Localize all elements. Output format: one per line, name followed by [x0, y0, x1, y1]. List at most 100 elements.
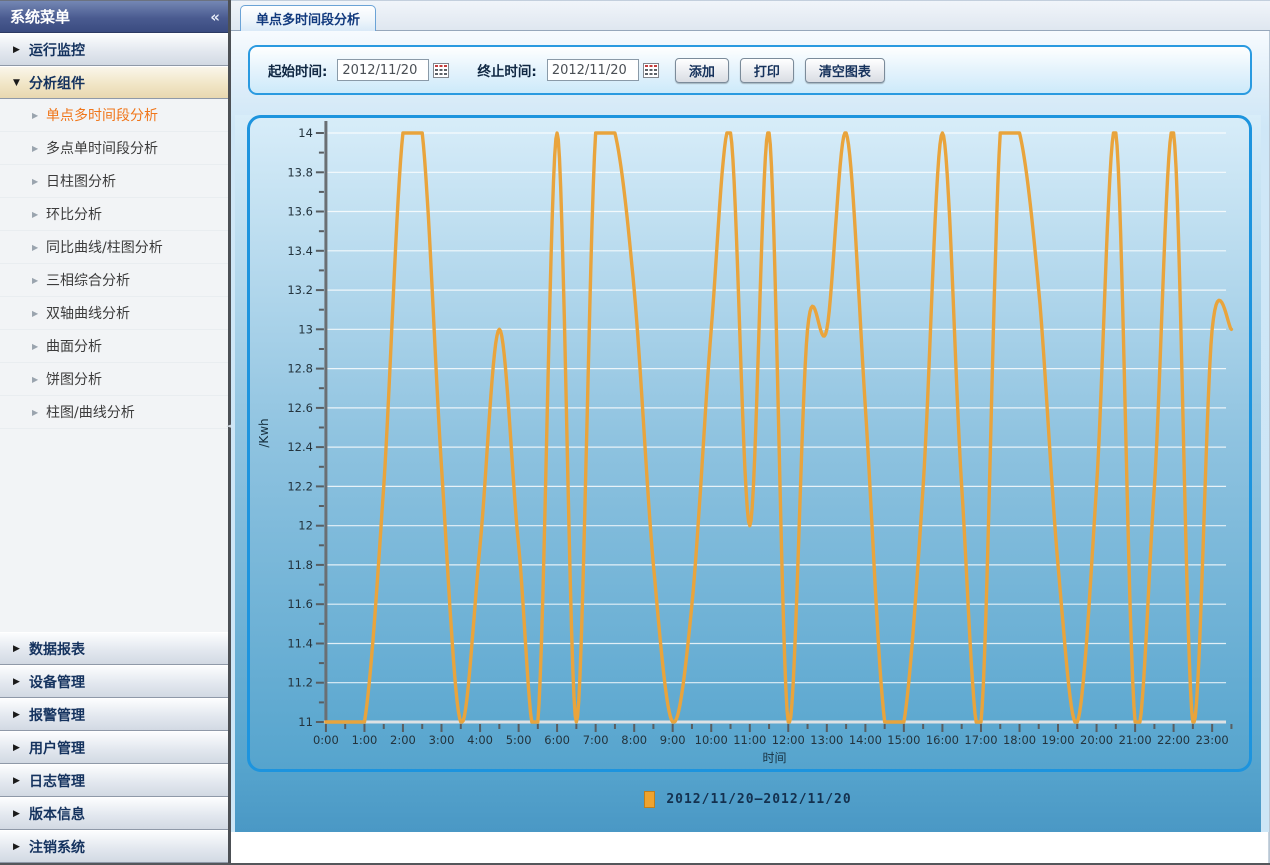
caret-right-icon: ▶ [13, 677, 29, 687]
submenu-item-label: 日柱图分析 [46, 171, 116, 191]
sidebar-submenu-item-0[interactable]: ▶单点多时间段分析 [0, 99, 228, 132]
svg-text:3:00: 3:00 [429, 733, 455, 747]
svg-text:13:00: 13:00 [810, 733, 843, 747]
legend-swatch [644, 791, 655, 808]
svg-text:4:00: 4:00 [467, 733, 493, 747]
chevron-right-icon: ▶ [32, 243, 46, 252]
sidebar-bottom-sections: ▶数据报表▶设备管理▶报警管理▶用户管理▶日志管理▶版本信息▶注销系统 [0, 632, 228, 863]
svg-text:12.4: 12.4 [287, 440, 313, 454]
caret-right-icon: ▶ [13, 45, 29, 55]
sidebar-section-top-0[interactable]: ▶运行监控 [0, 33, 228, 66]
svg-text:13.2: 13.2 [287, 283, 313, 297]
sidebar-section-bottom-1[interactable]: ▶设备管理 [0, 665, 228, 698]
sidebar-section-top-1[interactable]: ▼分析组件 [0, 66, 228, 99]
svg-text:6:00: 6:00 [544, 733, 570, 747]
sidebar-title: 系统菜单 [10, 6, 210, 27]
end-time-input[interactable] [547, 59, 639, 81]
print-button[interactable]: 打印 [740, 58, 794, 83]
sidebar-submenu-item-1[interactable]: ▶多点单时间段分析 [0, 132, 228, 165]
sidebar-submenu-item-7[interactable]: ▶曲面分析 [0, 330, 228, 363]
svg-text:19:00: 19:00 [1041, 733, 1074, 747]
svg-text:14: 14 [298, 126, 313, 140]
svg-text:13.4: 13.4 [287, 244, 313, 258]
submenu-item-label: 饼图分析 [46, 369, 102, 389]
app-window: 系统菜单 « ▶运行监控▼分析组件 ▶单点多时间段分析▶多点单时间段分析▶日柱图… [0, 0, 1270, 865]
sidebar-top-sections: ▶运行监控▼分析组件 [0, 33, 228, 99]
submenu-item-label: 单点多时间段分析 [46, 105, 158, 125]
end-calendar-button[interactable] [643, 63, 659, 78]
sidebar-submenu-item-4[interactable]: ▶同比曲线/柱图分析 [0, 231, 228, 264]
submenu-item-label: 双轴曲线分析 [46, 303, 130, 323]
start-time-input[interactable] [337, 59, 429, 81]
sidebar-section-label: 设备管理 [29, 672, 85, 692]
chevron-right-icon: ▶ [32, 309, 46, 318]
footer-strip [231, 832, 1269, 863]
end-time-label: 终止时间: [477, 60, 536, 80]
chevron-right-icon: ▶ [32, 276, 46, 285]
toolbar-buttons: 添加打印清空图表 [675, 58, 885, 83]
svg-text:时间: 时间 [762, 751, 786, 765]
sidebar-section-bottom-3[interactable]: ▶用户管理 [0, 731, 228, 764]
sidebar-section-bottom-6[interactable]: ▶注销系统 [0, 830, 228, 863]
svg-text:21:00: 21:00 [1119, 733, 1152, 747]
svg-text:9:00: 9:00 [660, 733, 686, 747]
sidebar-section-label: 运行监控 [29, 40, 85, 60]
caret-right-icon: ▶ [13, 809, 29, 819]
sidebar-section-label: 注销系统 [29, 837, 85, 857]
sidebar-section-bottom-2[interactable]: ▶报警管理 [0, 698, 228, 731]
sidebar-header: 系统菜单 « [0, 1, 228, 33]
svg-text:11.4: 11.4 [287, 636, 313, 650]
sidebar-section-label: 分析组件 [29, 73, 85, 93]
sidebar-section-bottom-5[interactable]: ▶版本信息 [0, 797, 228, 830]
sidebar-submenu-item-3[interactable]: ▶环比分析 [0, 198, 228, 231]
chevron-right-icon: ▶ [32, 408, 46, 417]
submenu-item-label: 同比曲线/柱图分析 [46, 237, 163, 257]
svg-text:11.8: 11.8 [287, 558, 313, 572]
chart-widget: 1111.211.411.611.81212.212.412.612.81313… [235, 115, 1261, 832]
svg-text:13: 13 [298, 322, 313, 336]
svg-text:1:00: 1:00 [352, 733, 378, 747]
sidebar-submenu-item-8[interactable]: ▶饼图分析 [0, 363, 228, 396]
main-panel: 单点多时间段分析 起始时间: 终止时间: 添加打印清空图表 1111.211.4… [231, 0, 1270, 863]
content-area: 起始时间: 终止时间: 添加打印清空图表 1111.211.411.611.81… [231, 31, 1270, 863]
submenu-item-label: 环比分析 [46, 204, 102, 224]
submenu-item-label: 曲面分析 [46, 336, 102, 356]
sidebar-section-bottom-0[interactable]: ▶数据报表 [0, 632, 228, 665]
caret-right-icon: ▶ [13, 743, 29, 753]
chevron-right-icon: ▶ [32, 210, 46, 219]
svg-text:10:00: 10:00 [695, 733, 728, 747]
tab-single-point-multi-period[interactable]: 单点多时间段分析 [240, 5, 376, 32]
sidebar-section-label: 日志管理 [29, 771, 85, 791]
svg-text:5:00: 5:00 [506, 733, 532, 747]
sidebar-submenu-item-9[interactable]: ▶柱图/曲线分析 [0, 396, 228, 429]
sidebar-submenu: ▶单点多时间段分析▶多点单时间段分析▶日柱图分析▶环比分析▶同比曲线/柱图分析▶… [0, 99, 228, 429]
add-button[interactable]: 添加 [675, 58, 729, 83]
sidebar-submenu-item-6[interactable]: ▶双轴曲线分析 [0, 297, 228, 330]
sidebar-submenu-item-2[interactable]: ▶日柱图分析 [0, 165, 228, 198]
chart-legend: 2012/11/20—2012/11/20 [235, 791, 1261, 808]
clear-chart-button[interactable]: 清空图表 [805, 58, 885, 83]
caret-down-icon: ▼ [13, 78, 29, 88]
svg-text:20:00: 20:00 [1080, 733, 1113, 747]
collapse-sidebar-button[interactable]: « [210, 8, 218, 26]
legend-label: 2012/11/20—2012/11/20 [666, 792, 851, 807]
svg-text:14:00: 14:00 [849, 733, 882, 747]
sidebar: 系统菜单 « ▶运行监控▼分析组件 ▶单点多时间段分析▶多点单时间段分析▶日柱图… [0, 0, 228, 863]
sidebar-submenu-item-5[interactable]: ▶三相综合分析 [0, 264, 228, 297]
start-time-label: 起始时间: [268, 60, 327, 80]
sidebar-section-bottom-4[interactable]: ▶日志管理 [0, 764, 228, 797]
chevron-right-icon: ▶ [32, 177, 46, 186]
svg-text:12.6: 12.6 [287, 401, 313, 415]
caret-right-icon: ▶ [13, 776, 29, 786]
svg-text:7:00: 7:00 [583, 733, 609, 747]
svg-text:18:00: 18:00 [1003, 733, 1036, 747]
submenu-item-label: 柱图/曲线分析 [46, 402, 135, 422]
svg-text:12:00: 12:00 [772, 733, 805, 747]
tab-label: 单点多时间段分析 [256, 13, 360, 28]
caret-right-icon: ▶ [13, 710, 29, 720]
start-calendar-button[interactable] [433, 63, 449, 78]
svg-text:23:00: 23:00 [1196, 733, 1229, 747]
toolbar: 起始时间: 终止时间: 添加打印清空图表 [248, 45, 1252, 95]
calendar-icon [433, 63, 449, 78]
svg-text:22:00: 22:00 [1157, 733, 1190, 747]
